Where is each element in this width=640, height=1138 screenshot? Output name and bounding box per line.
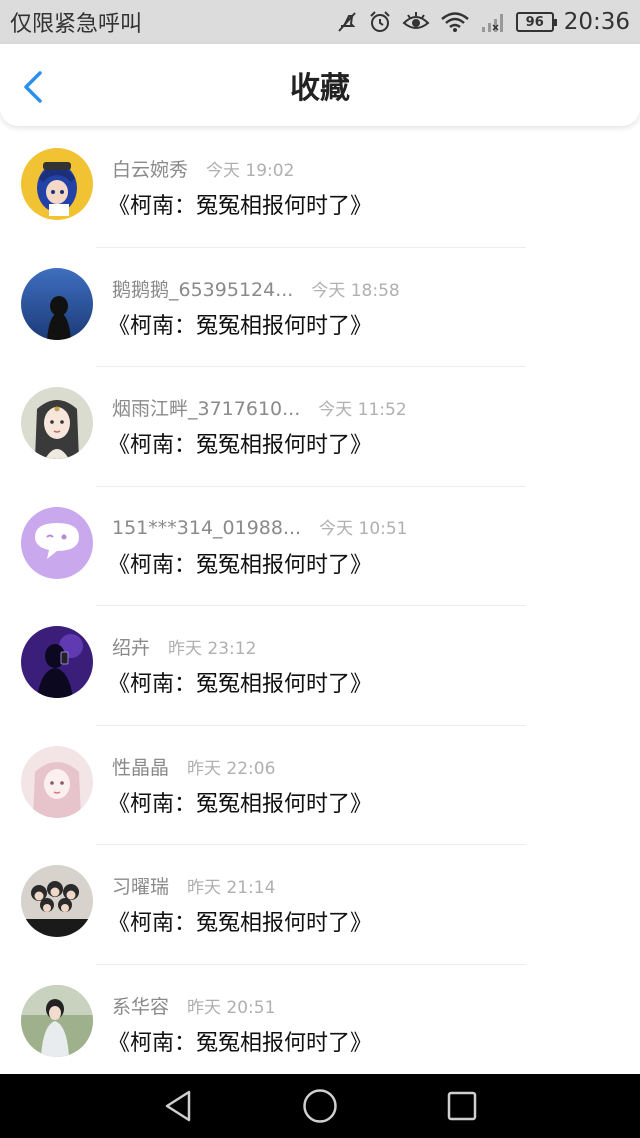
list-item[interactable]: 性晶晶 昨天 22:06 《柯南：冤冤相报何时了》 (0, 726, 640, 845)
battery-icon: 96 (515, 12, 557, 32)
carrier-text: 仅限紧急呼叫 (10, 12, 143, 37)
favorite-title[interactable]: 《柯南：冤冤相报何时了》 (108, 786, 372, 818)
back-triangle-icon[interactable] (162, 1089, 194, 1123)
recents-square-icon[interactable] (446, 1090, 478, 1122)
favorite-title[interactable]: 《柯南：冤冤相报何时了》 (108, 188, 372, 220)
header-bar: 收藏 (0, 44, 640, 126)
user-name: 鹅鹅鹅_65395124... (112, 278, 294, 301)
favorite-title[interactable]: 《柯南：冤冤相报何时了》 (108, 308, 372, 340)
user-name: 习曜瑞 (112, 876, 170, 898)
timestamp: 今天 11:52 (318, 400, 407, 420)
list-item[interactable]: 绍卉 昨天 23:12 《柯南：冤冤相报何时了》 (0, 606, 640, 726)
user-name: 白云婉秀 (112, 159, 189, 181)
favorites-list: 白云婉秀 今天 19:02 《柯南：冤冤相报何时了》 鹅鹅鹅_65395124.… (0, 128, 640, 1084)
favorite-title[interactable]: 《柯南：冤冤相报何时了》 (108, 427, 372, 459)
list-item[interactable]: 白云婉秀 今天 19:02 《柯南：冤冤相报何时了》 (0, 128, 640, 248)
favorite-title[interactable]: 《柯南：冤冤相报何时了》 (108, 1025, 372, 1057)
alarm-icon (369, 11, 390, 32)
timestamp: 昨天 20:51 (187, 997, 276, 1018)
avatar[interactable] (21, 148, 93, 220)
timestamp: 昨天 21:14 (187, 878, 276, 898)
signal-icon (481, 14, 503, 32)
favorite-title[interactable]: 《柯南：冤冤相报何时了》 (108, 547, 372, 579)
user-name: 绍卉 (112, 637, 151, 659)
avatar[interactable] (21, 267, 93, 340)
avatar[interactable] (21, 745, 93, 818)
list-item[interactable]: 151***314_01988... 今天 10:51 《柯南：冤冤相报何时了》 (0, 487, 640, 606)
system-nav-bar (0, 1074, 640, 1138)
user-name: 系华容 (112, 995, 170, 1018)
favorite-title[interactable]: 《柯南：冤冤相报何时了》 (108, 666, 372, 698)
timestamp: 今天 10:51 (319, 518, 408, 539)
clock-text: 20:36 (563, 9, 630, 35)
chevron-left-icon (24, 71, 42, 103)
wifi-icon (440, 12, 469, 32)
timestamp: 昨天 23:12 (168, 639, 257, 659)
list-item[interactable]: 习曜瑞 昨天 21:14 《柯南：冤冤相报何时了》 (0, 845, 640, 965)
list-item[interactable]: 系华容 昨天 20:51 《柯南：冤冤相报何时了》 (0, 965, 640, 1085)
page-title: 收藏 (290, 71, 350, 106)
status-bar: 仅限紧急呼叫 96 20:36 (0, 0, 640, 44)
avatar[interactable] (21, 387, 93, 459)
user-name: 烟雨江畔_3717610... (112, 398, 301, 420)
avatar[interactable] (21, 865, 93, 937)
status-icons: 96 20:36 (336, 9, 630, 35)
mute-icon (337, 12, 356, 32)
favorite-title[interactable]: 《柯南：冤冤相报何时了》 (108, 905, 372, 937)
avatar[interactable] (21, 506, 93, 579)
eye-icon (402, 12, 430, 29)
list-item[interactable]: 烟雨江畔_3717610... 今天 11:52 《柯南：冤冤相报何时了》 (0, 367, 640, 487)
timestamp: 今天 18:58 (311, 280, 400, 301)
user-name: 性晶晶 (112, 756, 170, 779)
avatar[interactable] (21, 626, 93, 698)
list-item[interactable]: 鹅鹅鹅_65395124... 今天 18:58 《柯南：冤冤相报何时了》 (0, 248, 640, 367)
back-button[interactable] (18, 70, 50, 104)
user-name: 151***314_01988... (112, 516, 302, 539)
home-circle-icon[interactable] (302, 1088, 338, 1124)
timestamp: 昨天 22:06 (187, 758, 276, 779)
avatar[interactable] (21, 984, 93, 1057)
timestamp: 今天 19:02 (206, 161, 295, 181)
